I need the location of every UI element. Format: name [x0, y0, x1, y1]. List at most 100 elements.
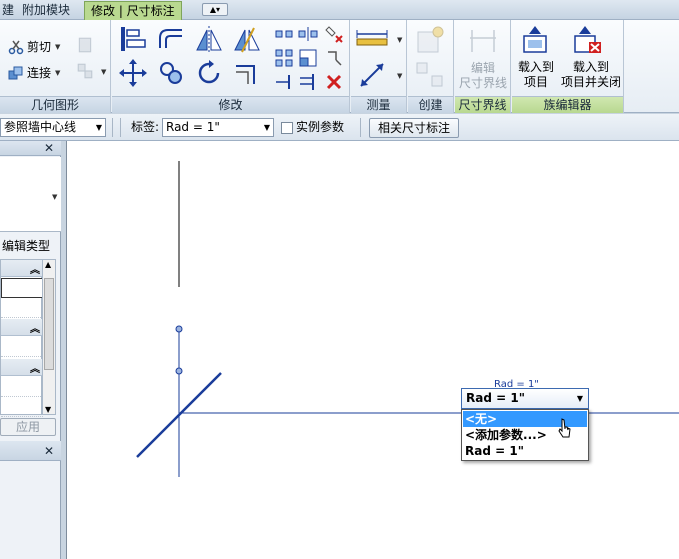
align-icon[interactable] — [118, 24, 148, 54]
panel-geometry: 剪切 ▼ 连接 ▼ ▼ 几何图形 — [0, 20, 111, 113]
panel-create: 创建 — [408, 20, 454, 113]
properties-grid: ︽ ︽ ︽ — [0, 259, 43, 417]
property-row[interactable] — [1, 298, 43, 318]
panel-label-create: 创建 — [408, 96, 453, 113]
collapse-icon: ︽ — [30, 324, 40, 335]
join-geometry-icon — [8, 65, 24, 81]
panel-label-family-editor: 族编辑器 — [512, 96, 623, 113]
scroll-up-icon[interactable]: ▲ — [45, 260, 51, 269]
reference-combo-value: 参照墙中心线 — [4, 120, 77, 134]
separator — [360, 118, 361, 137]
tab-modify-dimensions[interactable]: 修改 | 尺寸标注 — [84, 1, 182, 20]
load-label-2: 项目 — [523, 75, 548, 89]
properties-palette: ✕ ▼ 编辑类型 ︽ ︽ ︽ ▲ ▼ 应用 — [0, 141, 61, 441]
chevron-down-icon: ▼ — [397, 72, 403, 80]
ribbon-minimize-toggle[interactable]: ▲▾ — [202, 3, 228, 16]
split-gap-icon[interactable] — [298, 24, 318, 44]
load-into-project-and-close-icon[interactable] — [572, 24, 602, 54]
panel-label-witness-lines: 尺寸界线 — [455, 96, 510, 113]
trim-multiple-icon[interactable] — [298, 72, 318, 92]
drag-handle[interactable] — [175, 325, 183, 333]
panel-witness-lines: 编辑 尺寸界线 尺寸界线 — [455, 20, 511, 113]
mirror-draw-axis-icon[interactable] — [232, 24, 262, 54]
split-element-icon[interactable] — [274, 24, 294, 44]
category-row[interactable]: ︽ — [1, 260, 43, 277]
chevron-down-icon: ▼ — [263, 123, 270, 132]
ribbon-tab-bar: 建 附加模块 修改 | 尺寸标注 ▲▾ — [0, 0, 679, 20]
load-close-label-2: 项目并关闭 — [560, 75, 621, 89]
type-selector[interactable]: ▼ — [0, 157, 61, 232]
offset-icon[interactable] — [156, 24, 186, 54]
unpin-icon[interactable] — [324, 24, 344, 44]
chevron-down-icon: ▼ — [101, 68, 107, 76]
edit-witness-label-2: 尺寸界线 — [458, 76, 507, 90]
trim-extend-corner-icon[interactable] — [232, 58, 262, 88]
copy-icon[interactable] — [156, 58, 186, 88]
reference-combo[interactable]: 参照墙中心线 ▼ — [0, 118, 106, 137]
aligned-dimension-icon[interactable] — [355, 26, 391, 52]
scale-icon[interactable] — [298, 48, 318, 68]
panel-label-measure: 测量 — [351, 96, 406, 113]
mouse-cursor-icon — [557, 417, 573, 441]
close-icon[interactable]: ✕ — [44, 444, 54, 458]
join-button[interactable]: 连接 ▼ — [8, 64, 60, 81]
array-icon[interactable] — [274, 48, 294, 68]
project-browser-palette: ✕ — [0, 441, 61, 559]
properties-scrollbar[interactable]: ▲ ▼ — [42, 259, 56, 415]
drag-handle[interactable] — [175, 367, 183, 375]
category-row[interactable]: ︽ — [1, 319, 43, 336]
dimension-label-combo[interactable]: Rad = 1" ▼ — [461, 388, 589, 409]
project-browser-header: ✕ — [0, 441, 61, 461]
ribbon: 剪切 ▼ 连接 ▼ ▼ 几何图形 修改 ▼ ▼ 测量 创建 编辑 尺寸界线 尺寸… — [0, 20, 679, 113]
panel-label-geometry: 几何图形 — [0, 96, 110, 113]
rotate-icon[interactable] — [194, 58, 224, 88]
property-row[interactable] — [1, 337, 43, 357]
scroll-down-icon[interactable]: ▼ — [45, 405, 51, 414]
cope-icon[interactable] — [76, 36, 94, 54]
separator — [112, 118, 113, 137]
collapse-icon: ︽ — [30, 265, 40, 276]
label-caption: 标签: — [131, 120, 160, 134]
chevron-down-icon: ▼ — [576, 394, 583, 403]
delete-icon[interactable] — [324, 72, 344, 92]
drawing-canvas[interactable]: Rad = 1" Rad = 1" ▼ <无> <添加参数...> Rad = … — [66, 141, 679, 559]
chevron-down-icon: ▼ — [55, 68, 61, 77]
edit-witness-label-1: 编辑 — [470, 61, 495, 75]
tab-addins[interactable]: 附加模块 — [16, 1, 76, 20]
property-value-field[interactable] — [1, 278, 43, 298]
cut-label: 剪切 — [27, 40, 52, 54]
label-combo[interactable]: Rad = 1" ▼ — [162, 118, 274, 137]
load-close-label-1: 载入到 — [572, 60, 609, 74]
mirror-pick-axis-icon[interactable] — [194, 24, 224, 54]
chevron-down-icon: ▼ — [397, 36, 403, 44]
move-icon[interactable] — [118, 58, 148, 88]
scissors-icon — [8, 39, 24, 55]
load-into-project-and-close-button[interactable]: 载入到 项目并关闭 — [558, 60, 624, 90]
create-group-icon[interactable] — [414, 60, 446, 90]
property-row[interactable] — [1, 397, 43, 417]
scroll-thumb[interactable] — [44, 278, 54, 370]
property-row[interactable] — [1, 377, 43, 397]
pin-icon[interactable] — [324, 48, 344, 68]
wall-joins-icon[interactable] — [76, 62, 94, 80]
category-row[interactable]: ︽ — [1, 359, 43, 376]
drawing-geometry — [136, 161, 679, 477]
measure-between-icon[interactable] — [357, 60, 387, 90]
trim-single-icon[interactable] — [274, 72, 294, 92]
load-label-1: 载入到 — [517, 60, 554, 74]
close-icon[interactable]: ✕ — [44, 141, 54, 155]
apply-button[interactable]: 应用 — [0, 418, 56, 436]
options-bar: 参照墙中心线 ▼ 标签: Rad = 1" ▼ 实例参数 相关尺寸标注 — [0, 114, 679, 141]
edit-witness-lines-icon[interactable] — [468, 26, 498, 56]
load-into-project-icon[interactable] — [520, 24, 550, 54]
edit-type-button[interactable]: 编辑类型 — [2, 237, 50, 254]
panel-family-editor: 载入到 项目 载入到 项目并关闭 族编辑器 — [512, 20, 624, 113]
related-dimensions-button[interactable]: 相关尺寸标注 — [369, 118, 460, 138]
create-similar-icon[interactable] — [414, 24, 446, 56]
chevron-down-icon: ▼ — [95, 123, 102, 132]
dropdown-option-rad[interactable]: Rad = 1" — [463, 443, 587, 459]
cut-button[interactable]: 剪切 ▼ — [8, 38, 60, 55]
edit-witness-lines-button[interactable]: 编辑 尺寸界线 — [455, 61, 511, 91]
load-into-project-button[interactable]: 载入到 项目 — [512, 60, 560, 90]
instance-parameter-checkbox[interactable] — [281, 122, 293, 134]
